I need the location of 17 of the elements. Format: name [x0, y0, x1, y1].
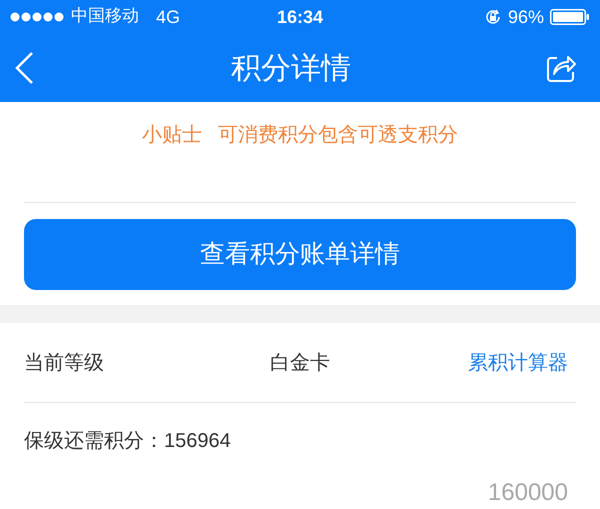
network-type: 4G	[156, 6, 180, 28]
back-icon	[14, 51, 34, 85]
clock-time: 16:34	[276, 6, 324, 26]
signal-icon	[10, 12, 64, 22]
retain-points-text: 保级还需积分：156964	[24, 429, 231, 454]
tip-label: 小贴士	[142, 123, 202, 148]
page-title: 积分详情	[231, 50, 351, 86]
level-value: 白金卡	[270, 350, 330, 376]
tip-text: 可消费积分包含可透支积分	[218, 123, 458, 148]
target-points: 160000	[488, 479, 568, 507]
rotation-lock-icon	[484, 8, 502, 26]
calculator-link[interactable]: 累积计算器	[396, 348, 576, 378]
carrier-name: 中国移动	[71, 5, 139, 28]
bill-details-button[interactable]: 查看积分账单详情	[24, 219, 576, 290]
battery-percent: 96%	[508, 6, 544, 28]
level-label: 当前等级	[24, 350, 105, 376]
battery-icon	[550, 9, 590, 25]
